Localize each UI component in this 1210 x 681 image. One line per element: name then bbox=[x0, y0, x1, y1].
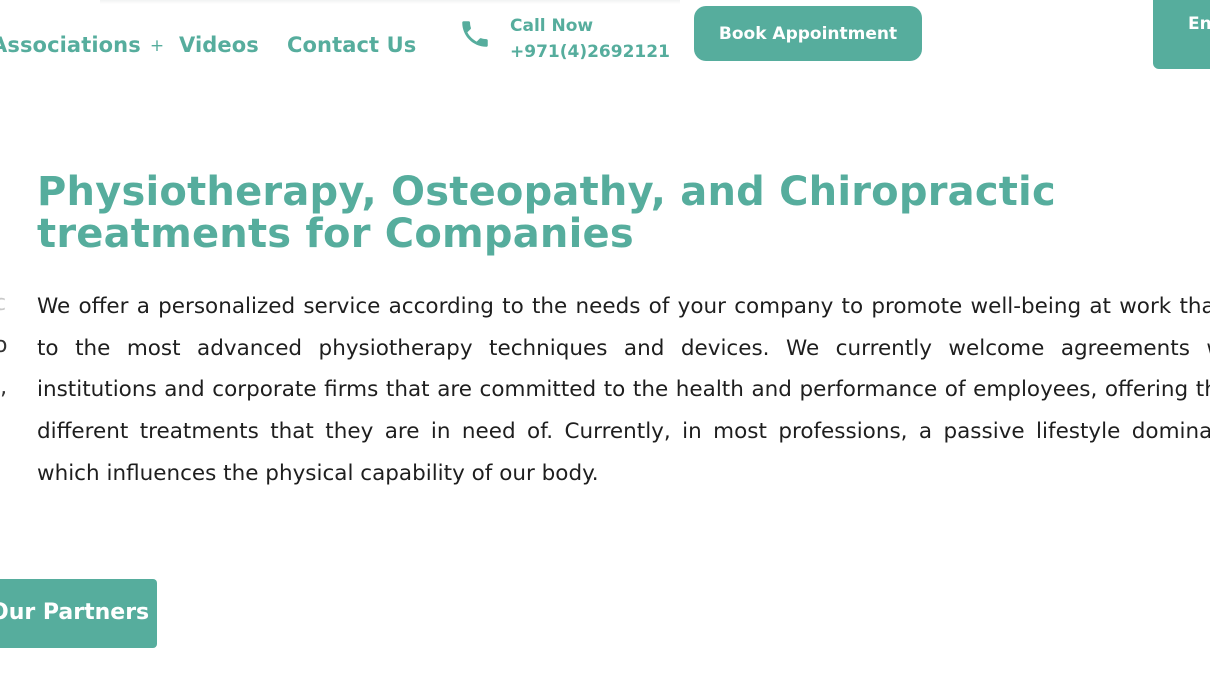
header-shadow bbox=[100, 0, 680, 4]
nav-videos[interactable]: Videos bbox=[179, 30, 259, 60]
nav-associations-label: Associations bbox=[0, 33, 141, 57]
language-switch-button[interactable]: En bbox=[1153, 0, 1210, 69]
left-fragment: l, bbox=[0, 375, 8, 400]
nav-associations[interactable]: Associations + bbox=[0, 30, 164, 62]
call-phone-number[interactable]: +971(4)2692121 bbox=[510, 40, 670, 64]
site-header: Associations + Videos Contact Us Call Now… bbox=[0, 0, 1210, 90]
phone-icon[interactable] bbox=[458, 17, 492, 51]
intro-paragraph: We offer a personalized service accordin… bbox=[37, 294, 1210, 486]
left-fragment: c bbox=[0, 291, 7, 316]
book-appointment-button[interactable]: Book Appointment bbox=[694, 6, 922, 61]
call-now-label: Call Now bbox=[510, 16, 594, 36]
plus-icon[interactable]: + bbox=[150, 36, 164, 56]
page: Associations + Videos Contact Us Call Now… bbox=[0, 0, 1210, 681]
nav-contact-us[interactable]: Contact Us bbox=[287, 30, 416, 60]
our-partners-button[interactable]: Our Partners bbox=[0, 579, 157, 648]
left-fragment: o bbox=[0, 333, 8, 358]
page-title: Physiotherapy, Osteopathy, and Chiroprac… bbox=[37, 169, 1056, 257]
